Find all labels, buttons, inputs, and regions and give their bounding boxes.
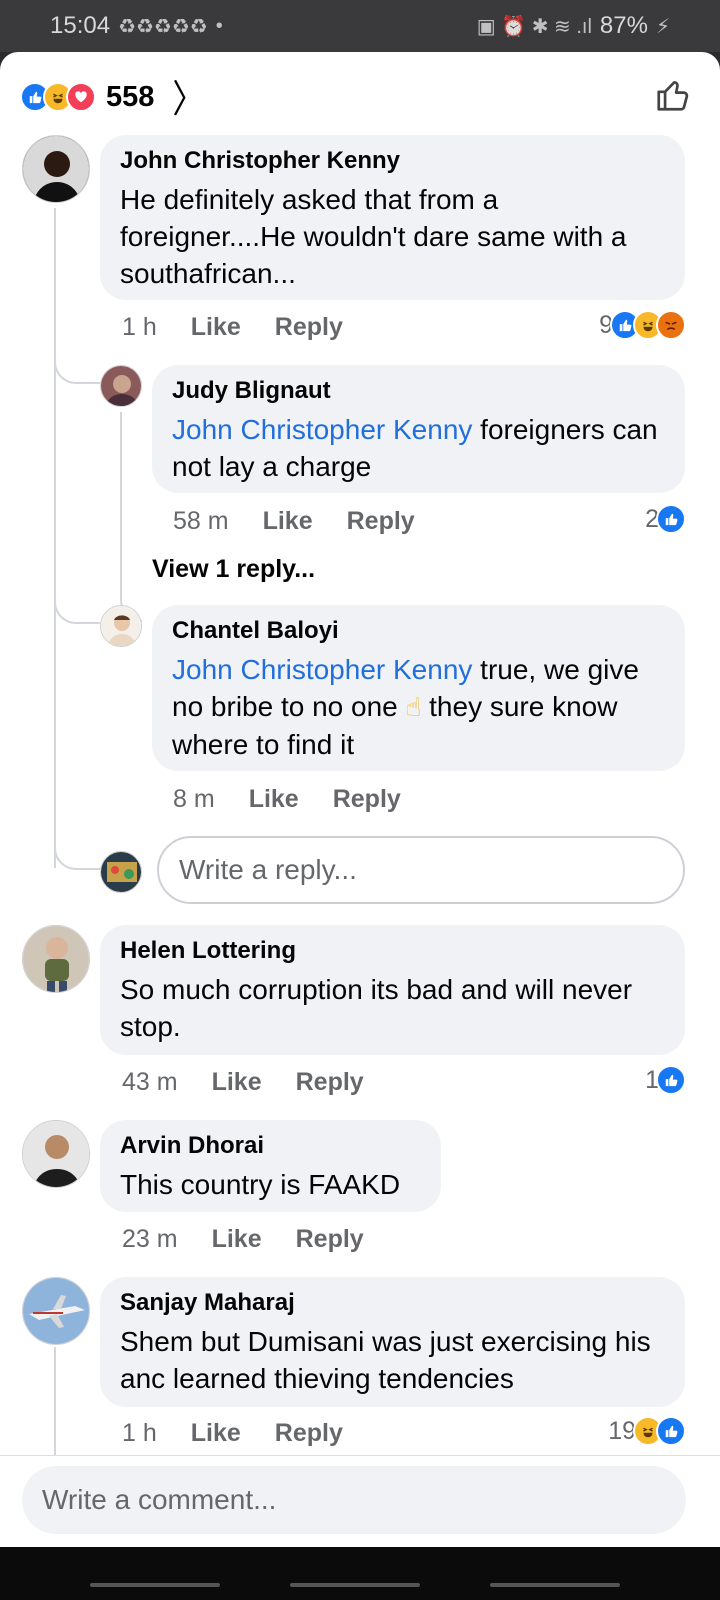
comment-bubble[interactable]: John Christopher Kenny He definitely ask… <box>100 135 685 300</box>
comment-text: John Christopher Kenny foreigners can no… <box>172 411 665 485</box>
comment-time: 8 m <box>173 785 215 813</box>
comment-bubble[interactable]: Sanjay Maharaj Shem but Dumisani was jus… <box>100 1277 685 1407</box>
comment-time: 1 h <box>122 1419 157 1447</box>
thread-line-main <box>54 208 56 868</box>
more-notifications-dot: • <box>215 14 223 37</box>
reaction-total: 558 <box>106 80 155 113</box>
like-button[interactable]: Like <box>191 1419 241 1448</box>
thread-connector <box>120 412 142 622</box>
status-left: 15:04 ♻♻♻♻♻ • <box>50 12 223 40</box>
reply-button[interactable]: Reply <box>296 1225 364 1254</box>
thread-connector <box>54 832 100 870</box>
view-replies-link[interactable]: View 1 reply... <box>152 555 315 584</box>
thread-connector <box>54 582 100 624</box>
comment-bubble[interactable]: Helen Lottering So much corruption its b… <box>100 925 685 1055</box>
comment-bubble[interactable]: Arvin Dhorai This country is FAAKD <box>100 1120 441 1212</box>
nav-back-icon[interactable] <box>490 1583 620 1587</box>
status-time: 15:04 <box>50 12 111 39</box>
reply-button[interactable]: Reply <box>333 785 401 814</box>
avatar[interactable] <box>100 605 142 647</box>
comment-time: 23 m <box>122 1225 178 1253</box>
comment-actions: 1 h Like Reply <box>122 313 343 342</box>
reply-input[interactable]: Write a reply... <box>157 836 685 904</box>
comment-actions: 23 m Like Reply <box>122 1225 364 1254</box>
battery-charging-icon: ⚡ <box>655 15 670 38</box>
comment-author[interactable]: Chantel Baloyi <box>172 617 665 645</box>
reply-button[interactable]: Reply <box>296 1068 364 1097</box>
like-icon <box>656 1416 686 1446</box>
current-user-avatar <box>100 851 142 893</box>
comment-author[interactable]: Judy Blignaut <box>172 377 665 405</box>
like-button[interactable]: Like <box>212 1068 262 1097</box>
comment-actions: 8 m Like Reply <box>173 785 401 814</box>
comment-text: This country is FAAKD <box>120 1169 401 1200</box>
like-button[interactable]: Like <box>249 785 299 814</box>
avatar[interactable] <box>22 1277 90 1345</box>
avatar[interactable] <box>22 135 90 203</box>
like-icon <box>656 1065 686 1095</box>
battery-level: 87% <box>599 12 648 39</box>
comments-sheet: 558 〉 John Christopher Kenny He definite… <box>0 52 720 1547</box>
nav-recents-icon[interactable] <box>90 1583 220 1587</box>
reaction-count[interactable]: 9 <box>599 310 686 340</box>
status-bar: 15:04 ♻♻♻♻♻ • ▣ ⏰ ✱ ≋ .ıl 87% ⚡ <box>0 0 720 52</box>
love-reaction-icon <box>66 82 96 112</box>
comment-bubble[interactable]: Judy Blignaut John Christopher Kenny for… <box>152 365 685 493</box>
avatar[interactable] <box>100 365 142 407</box>
comment-author[interactable]: Helen Lottering <box>120 937 665 965</box>
reactions-summary[interactable]: 558 〉 <box>20 74 204 121</box>
notification-icons: ♻♻♻♻♻ <box>118 15 208 38</box>
comment-author[interactable]: Arvin Dhorai <box>120 1132 421 1160</box>
reaction-count[interactable]: 19 <box>608 1416 686 1446</box>
comment-text: So much corruption its bad and will neve… <box>120 974 633 1042</box>
nav-home-icon[interactable] <box>290 1583 420 1587</box>
comment-actions: 1 h Like Reply <box>122 1419 343 1448</box>
reply-button[interactable]: Reply <box>347 507 415 536</box>
comment-text: He definitely asked that from a foreigne… <box>120 184 627 289</box>
mention-link[interactable]: John Christopher Kenny <box>172 654 472 685</box>
comment-actions: 43 m Like Reply <box>122 1068 364 1097</box>
mention-link[interactable]: John Christopher Kenny <box>172 414 472 445</box>
avatar[interactable] <box>22 1120 90 1188</box>
comment-bubble[interactable]: Chantel Baloyi John Christopher Kenny tr… <box>152 605 685 771</box>
comment-composer: Write a comment... <box>0 1455 720 1547</box>
like-button[interactable]: Like <box>191 313 241 342</box>
comment-time: 1 h <box>122 313 157 341</box>
reply-button[interactable]: Reply <box>275 1419 343 1448</box>
comment-text: Shem but Dumisani was just exercising hi… <box>120 1326 651 1394</box>
system-navigation-bar <box>0 1547 720 1600</box>
pointing-up-emoji: ☝ <box>405 692 422 722</box>
comment-time: 58 m <box>173 507 229 535</box>
avatar[interactable] <box>22 925 90 993</box>
like-button[interactable]: Like <box>263 507 313 536</box>
thumbs-up-icon[interactable] <box>654 76 692 123</box>
angry-icon <box>656 310 686 340</box>
reaction-count[interactable]: 1 <box>645 1065 686 1095</box>
system-icons: ▣ ⏰ ✱ ≋ .ıl <box>476 15 592 38</box>
comment-author[interactable]: Sanjay Maharaj <box>120 1289 665 1317</box>
chevron-right-icon[interactable]: 〉 <box>172 69 204 124</box>
reaction-count-number: 19 <box>608 1416 636 1445</box>
like-button[interactable]: Like <box>212 1225 262 1254</box>
comment-text: John Christopher Kenny true, we give no … <box>172 651 665 763</box>
status-right: ▣ ⏰ ✱ ≋ .ıl 87% ⚡ <box>477 12 670 40</box>
comment-time: 43 m <box>122 1068 178 1096</box>
like-icon <box>656 504 686 534</box>
comment-author[interactable]: John Christopher Kenny <box>120 147 665 175</box>
comment-actions: 58 m Like Reply <box>173 507 415 536</box>
reply-button[interactable]: Reply <box>275 313 343 342</box>
reaction-count[interactable]: 2 <box>645 504 686 534</box>
comment-input[interactable]: Write a comment... <box>22 1466 686 1534</box>
thread-connector <box>54 332 100 384</box>
